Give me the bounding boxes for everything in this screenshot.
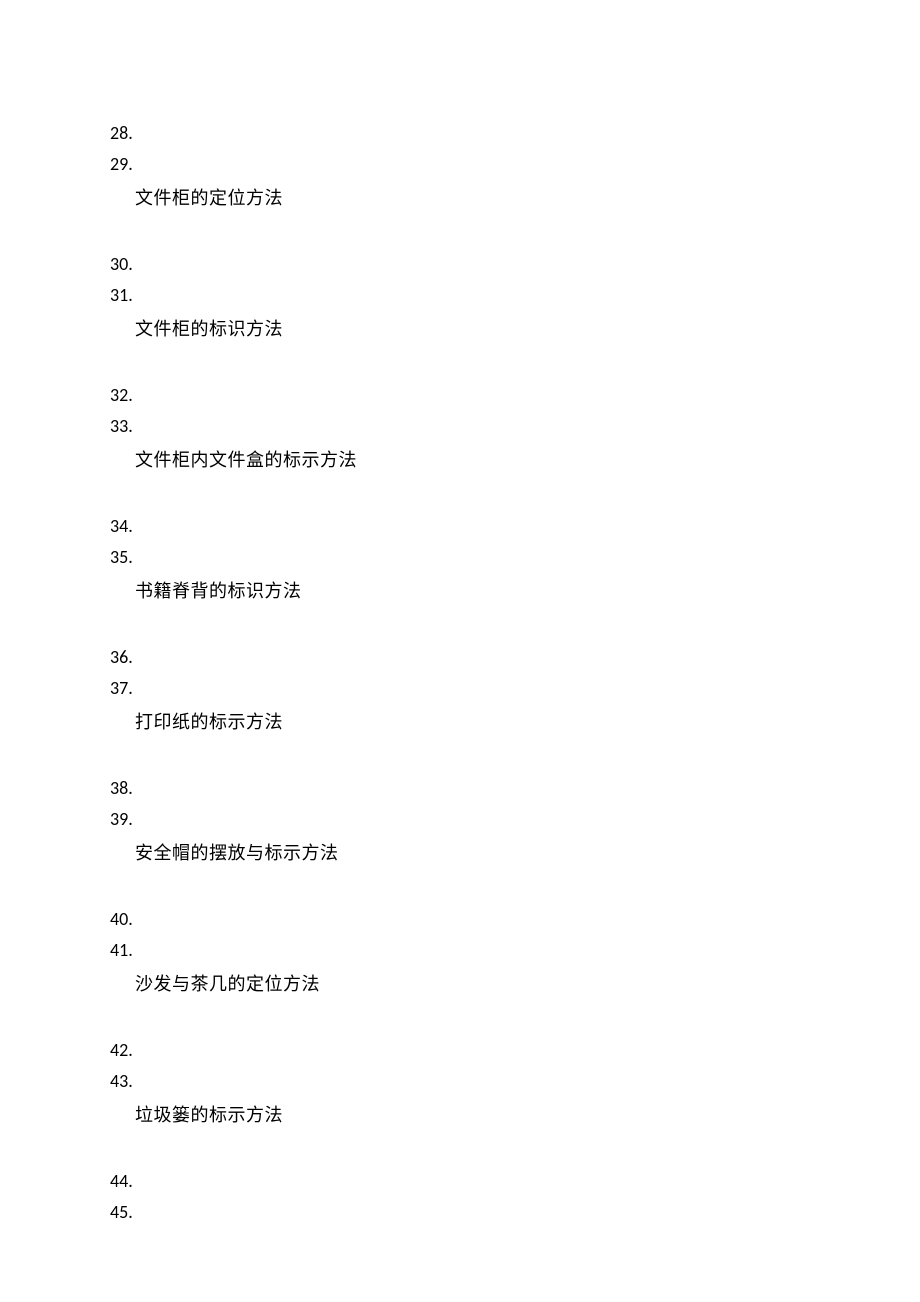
list-number: 45.	[110, 1197, 810, 1228]
list-number: 28.	[110, 118, 810, 149]
list-number: 37.	[110, 673, 810, 704]
list-section: 44. 45.	[110, 1166, 810, 1228]
list-number: 36.	[110, 642, 810, 673]
list-section: 30. 31. 文件柜的标识方法	[110, 249, 810, 345]
list-description: 文件柜的标识方法	[110, 314, 810, 345]
list-description: 安全帽的摆放与标示方法	[110, 838, 810, 869]
list-description: 沙发与茶几的定位方法	[110, 969, 810, 1000]
list-number: 39.	[110, 804, 810, 835]
list-section: 40. 41. 沙发与茶几的定位方法	[110, 904, 810, 1000]
list-section: 34. 35. 书籍脊背的标识方法	[110, 511, 810, 607]
list-number: 30.	[110, 249, 810, 280]
list-number: 31.	[110, 280, 810, 311]
list-number: 33.	[110, 411, 810, 442]
list-number: 35.	[110, 542, 810, 573]
list-description: 文件柜的定位方法	[110, 183, 810, 214]
list-section: 42. 43. 垃圾篓的标示方法	[110, 1035, 810, 1131]
list-section: 36. 37. 打印纸的标示方法	[110, 642, 810, 738]
list-description: 打印纸的标示方法	[110, 707, 810, 738]
list-number: 44.	[110, 1166, 810, 1197]
list-number: 42.	[110, 1035, 810, 1066]
list-section: 32. 33. 文件柜内文件盒的标示方法	[110, 380, 810, 476]
list-section: 28. 29. 文件柜的定位方法	[110, 118, 810, 214]
list-number: 32.	[110, 380, 810, 411]
list-number: 41.	[110, 935, 810, 966]
list-number: 43.	[110, 1066, 810, 1097]
list-number: 29.	[110, 149, 810, 180]
document-content: 28. 29. 文件柜的定位方法 30. 31. 文件柜的标识方法 32. 33…	[110, 118, 810, 1228]
list-section: 38. 39. 安全帽的摆放与标示方法	[110, 773, 810, 869]
list-description: 文件柜内文件盒的标示方法	[110, 445, 810, 476]
list-number: 38.	[110, 773, 810, 804]
list-number: 40.	[110, 904, 810, 935]
list-number: 34.	[110, 511, 810, 542]
list-description: 书籍脊背的标识方法	[110, 576, 810, 607]
list-description: 垃圾篓的标示方法	[110, 1100, 810, 1131]
